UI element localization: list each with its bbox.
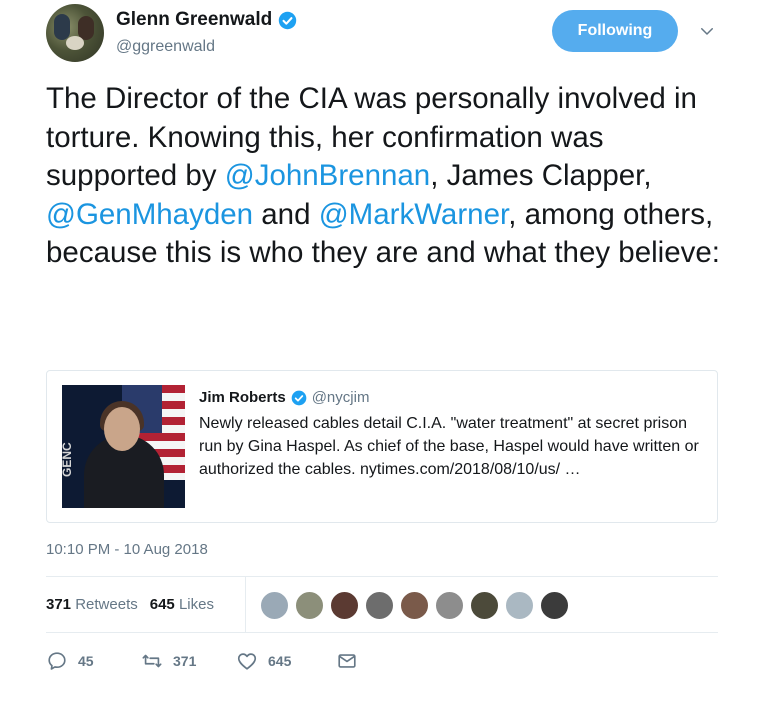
retweets-count: 371 bbox=[46, 596, 72, 613]
retweets-label: Retweets bbox=[75, 596, 138, 613]
reply-button[interactable]: 45 bbox=[46, 650, 141, 672]
tweet-text-segment: , James Clapper, bbox=[430, 159, 652, 193]
quoted-tweet-image[interactable]: GENC bbox=[62, 385, 185, 508]
retweet-icon bbox=[142, 654, 162, 668]
direct-message-button[interactable] bbox=[336, 650, 358, 672]
quoted-author-name: Jim Roberts bbox=[199, 389, 286, 406]
avatar-figure bbox=[54, 14, 70, 40]
avatar-dog bbox=[66, 36, 84, 50]
verified-badge-icon bbox=[279, 11, 297, 29]
likes-stat[interactable]: 645 Likes bbox=[150, 596, 214, 613]
quoted-author-handle: @nycjim bbox=[311, 389, 370, 406]
liker-avatar[interactable] bbox=[470, 591, 499, 620]
following-button[interactable]: Following bbox=[552, 10, 678, 52]
reply-icon bbox=[48, 652, 66, 670]
likes-label: Likes bbox=[178, 596, 214, 613]
verified-badge-icon bbox=[291, 390, 307, 405]
quoted-tweet-card[interactable]: GENC Jim Roberts @nycjim Newly released … bbox=[46, 370, 718, 523]
heart-icon bbox=[237, 653, 257, 670]
liker-avatar[interactable] bbox=[400, 591, 429, 620]
divider bbox=[46, 632, 718, 633]
tweet-actions: 45 371 645 bbox=[46, 650, 358, 672]
divider bbox=[46, 576, 718, 577]
retweet-count: 371 bbox=[173, 653, 197, 669]
retweet-button[interactable]: 371 bbox=[141, 650, 236, 672]
likes-count: 645 bbox=[149, 596, 175, 613]
like-button[interactable]: 645 bbox=[236, 650, 336, 672]
mention-link[interactable]: @JohnBrennan bbox=[225, 159, 430, 192]
liker-avatar[interactable] bbox=[295, 591, 324, 620]
retweets-stat[interactable]: 371 Retweets bbox=[46, 596, 138, 613]
tweet-text: The Director of the CIA was personally i… bbox=[46, 80, 736, 273]
chevron-down-icon[interactable] bbox=[698, 22, 716, 40]
quoted-tweet-header: Jim Roberts @nycjim bbox=[199, 389, 369, 406]
author-name-row[interactable]: Glenn Greenwald bbox=[116, 9, 297, 31]
tweet-stats: 371 Retweets 645 Likes bbox=[46, 596, 214, 613]
mention-link[interactable]: @GenMhayden bbox=[46, 198, 253, 231]
author-handle[interactable]: @ggreenwald bbox=[116, 38, 215, 56]
liker-avatar[interactable] bbox=[505, 591, 534, 620]
tweet-timestamp[interactable]: 10:10 PM - 10 Aug 2018 bbox=[46, 541, 208, 558]
divider bbox=[245, 577, 246, 632]
liker-avatar[interactable] bbox=[435, 591, 464, 620]
image-caption-fragment: GENC bbox=[62, 442, 74, 477]
liker-avatar[interactable] bbox=[540, 591, 569, 620]
envelope-icon bbox=[338, 654, 356, 668]
liker-avatar[interactable] bbox=[330, 591, 359, 620]
quoted-tweet-text: Newly released cables detail C.I.A. "wat… bbox=[199, 415, 699, 478]
like-count: 645 bbox=[268, 653, 292, 669]
liker-avatar[interactable] bbox=[260, 591, 289, 620]
avatar-figure bbox=[78, 16, 94, 40]
liker-avatar[interactable] bbox=[365, 591, 394, 620]
author-avatar[interactable] bbox=[46, 4, 104, 62]
mention-link[interactable]: @MarkWarner bbox=[319, 198, 509, 231]
tweet-text-segment: and bbox=[253, 197, 319, 231]
author-name[interactable]: Glenn Greenwald bbox=[116, 9, 272, 31]
reply-count: 45 bbox=[78, 653, 94, 669]
person-face bbox=[104, 407, 140, 451]
liker-avatars bbox=[260, 591, 569, 620]
